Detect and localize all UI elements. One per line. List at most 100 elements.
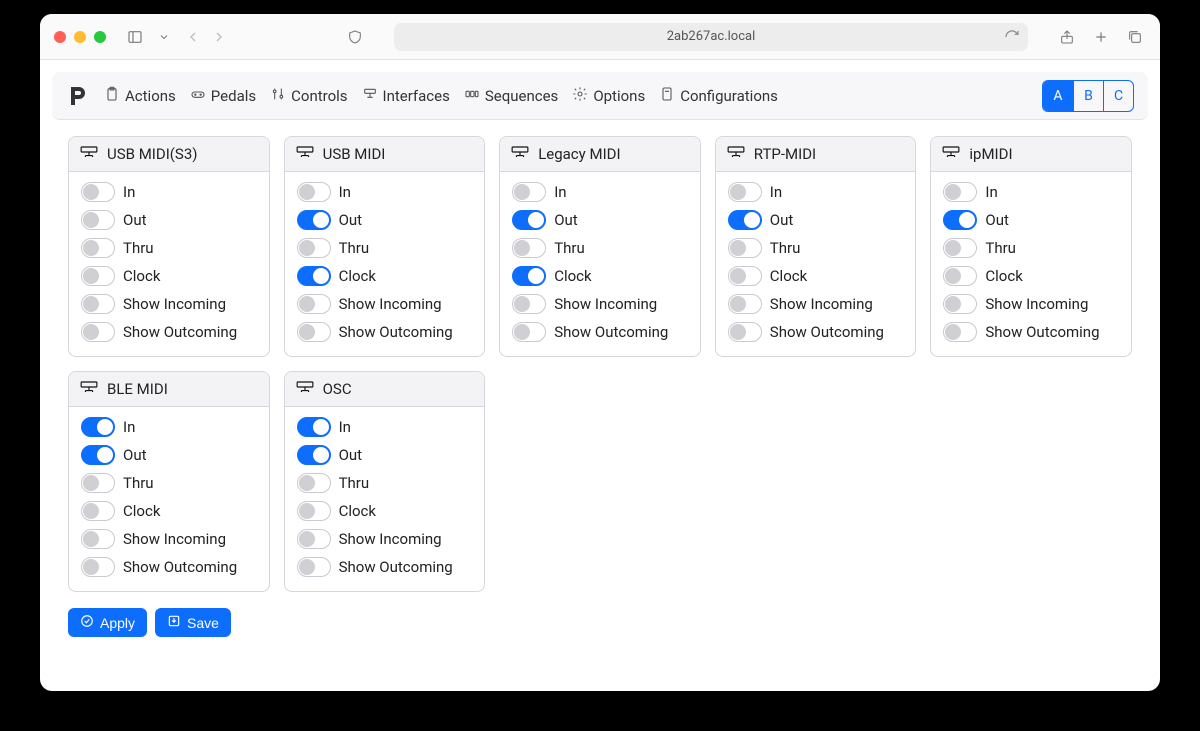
toggle-show-outcoming[interactable]	[297, 557, 331, 577]
card-header: Legacy MIDI	[500, 137, 700, 172]
toggle-out[interactable]	[297, 445, 331, 465]
option-label: Thru	[339, 474, 370, 492]
option-label: Out	[339, 211, 363, 229]
nav-links: Actions Pedals Controls Interfaces Seque…	[104, 86, 778, 106]
toggle-in[interactable]	[512, 182, 546, 202]
tabs-icon[interactable]	[1124, 26, 1146, 48]
nav-label: Pedals	[211, 87, 256, 105]
option-label: Show Outcoming	[554, 323, 668, 341]
toggle-in[interactable]	[297, 182, 331, 202]
toggle-show-incoming[interactable]	[728, 294, 762, 314]
back-button[interactable]	[182, 26, 204, 48]
option-row: Out	[297, 445, 473, 465]
nav-configurations[interactable]: Configurations	[659, 86, 778, 106]
save-button[interactable]: Save	[155, 608, 231, 637]
toggle-out[interactable]	[81, 210, 115, 230]
toggle-in[interactable]	[81, 182, 115, 202]
toggle-thru[interactable]	[81, 473, 115, 493]
toggle-show-incoming[interactable]	[297, 294, 331, 314]
interface-card: USB MIDI(S3)InOutThruClockShow IncomingS…	[68, 136, 270, 357]
toggle-show-incoming[interactable]	[297, 529, 331, 549]
toggle-thru[interactable]	[297, 473, 331, 493]
toggle-out[interactable]	[297, 210, 331, 230]
option-row: In	[512, 182, 688, 202]
toggle-thru[interactable]	[81, 238, 115, 258]
toggle-in[interactable]	[81, 417, 115, 437]
segment-c[interactable]: C	[1103, 81, 1133, 111]
gamepad-icon	[190, 86, 206, 106]
nav-label: Interfaces	[383, 87, 450, 105]
toggle-out[interactable]	[512, 210, 546, 230]
option-row: Clock	[943, 266, 1119, 286]
card-body: InOutThruClockShow IncomingShow Outcomin…	[285, 407, 485, 591]
toggle-show-outcoming[interactable]	[81, 322, 115, 342]
reload-icon[interactable]	[1004, 29, 1020, 45]
toggle-clock[interactable]	[81, 266, 115, 286]
segment-b[interactable]: B	[1073, 81, 1103, 111]
toggle-show-incoming[interactable]	[512, 294, 546, 314]
sidebar-toggle-icon[interactable]	[124, 26, 146, 48]
option-row: Thru	[297, 473, 473, 493]
interface-card: BLE MIDIInOutThruClockShow IncomingShow …	[68, 371, 270, 592]
toggle-show-outcoming[interactable]	[81, 557, 115, 577]
option-row: Out	[728, 210, 904, 230]
toggle-thru[interactable]	[297, 238, 331, 258]
toggle-in[interactable]	[728, 182, 762, 202]
window-close-button[interactable]	[54, 31, 66, 43]
card-body: InOutThruClockShow IncomingShow Outcomin…	[69, 172, 269, 356]
interface-icon	[510, 145, 530, 163]
toggle-show-outcoming[interactable]	[512, 322, 546, 342]
toggle-show-outcoming[interactable]	[943, 322, 977, 342]
toggle-clock[interactable]	[81, 501, 115, 521]
toggle-show-outcoming[interactable]	[297, 322, 331, 342]
chevron-down-icon[interactable]	[158, 26, 170, 48]
nav-interfaces[interactable]: Interfaces	[362, 86, 450, 106]
shield-icon[interactable]	[344, 26, 366, 48]
toggle-out[interactable]	[728, 210, 762, 230]
toggle-out[interactable]	[943, 210, 977, 230]
button-label: Save	[187, 615, 219, 631]
toggle-clock[interactable]	[512, 266, 546, 286]
option-label: Thru	[554, 239, 585, 257]
toggle-thru[interactable]	[728, 238, 762, 258]
toggle-thru[interactable]	[943, 238, 977, 258]
toggle-clock[interactable]	[297, 266, 331, 286]
nav-actions[interactable]: Actions	[104, 86, 176, 106]
interface-card: OSCInOutThruClockShow IncomingShow Outco…	[284, 371, 486, 592]
option-row: Clock	[512, 266, 688, 286]
apply-button[interactable]: Apply	[68, 608, 147, 637]
nav-options[interactable]: Options	[572, 86, 645, 106]
toggle-in[interactable]	[297, 417, 331, 437]
option-row: Show Outcoming	[297, 557, 473, 577]
toggle-clock[interactable]	[297, 501, 331, 521]
nav-controls[interactable]: Controls	[270, 86, 347, 106]
toggle-show-outcoming[interactable]	[728, 322, 762, 342]
toggle-show-incoming[interactable]	[81, 529, 115, 549]
option-row: Thru	[81, 473, 257, 493]
forward-button[interactable]	[208, 26, 230, 48]
card-header: RTP-MIDI	[716, 137, 916, 172]
option-label: Clock	[770, 267, 807, 285]
option-label: Show Incoming	[123, 295, 226, 313]
nav-sequences[interactable]: Sequences	[464, 86, 558, 106]
toggle-show-incoming[interactable]	[943, 294, 977, 314]
toggle-clock[interactable]	[943, 266, 977, 286]
card-header: ipMIDI	[931, 137, 1131, 172]
toggle-show-incoming[interactable]	[81, 294, 115, 314]
option-label: Out	[985, 211, 1009, 229]
toggle-thru[interactable]	[512, 238, 546, 258]
nav-pedals[interactable]: Pedals	[190, 86, 256, 106]
window-minimize-button[interactable]	[74, 31, 86, 43]
toggle-clock[interactable]	[728, 266, 762, 286]
toggle-out[interactable]	[81, 445, 115, 465]
option-label: Clock	[339, 267, 376, 285]
share-icon[interactable]	[1056, 26, 1078, 48]
card-body: InOutThruClockShow IncomingShow Outcomin…	[285, 172, 485, 356]
segment-a[interactable]: A	[1043, 81, 1073, 111]
card-body: InOutThruClockShow IncomingShow Outcomin…	[69, 407, 269, 591]
toggle-in[interactable]	[943, 182, 977, 202]
window-zoom-button[interactable]	[94, 31, 106, 43]
address-bar[interactable]: 2ab267ac.local	[394, 23, 1028, 51]
option-row: Show Outcoming	[943, 322, 1119, 342]
new-tab-icon[interactable]	[1090, 26, 1112, 48]
